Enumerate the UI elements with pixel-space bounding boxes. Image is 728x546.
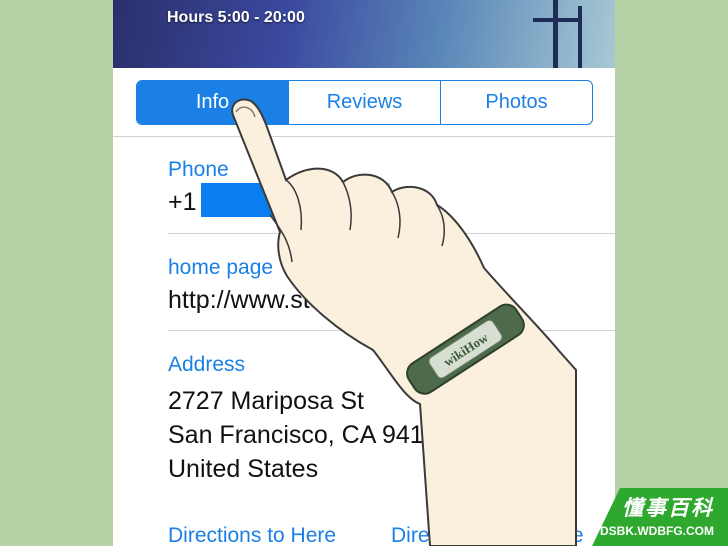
homepage-link[interactable]: http://www.starbucks.com/: [168, 286, 458, 315]
phone-value[interactable]: +1: [168, 188, 197, 217]
address-block[interactable]: 2727 Mariposa St San Francisco, CA 94110…: [168, 384, 514, 486]
row-divider: [168, 330, 615, 331]
watermark-zh-text: 懂事百科: [622, 497, 714, 520]
toolbar-divider: [113, 136, 615, 137]
directions-from-here-link[interactable]: Directions from Here: [391, 524, 584, 546]
address-line-country: United States: [168, 455, 319, 483]
phone-redaction-overlay: [285, 183, 390, 217]
banner-pole-arm: [533, 18, 581, 22]
tab-info[interactable]: Info: [137, 81, 288, 124]
banner-pole: [578, 6, 582, 68]
row-divider: [168, 233, 615, 234]
watermark-en-text: DSBK.WDBFG.COM: [600, 524, 714, 538]
hours-text: Hours 5:00 - 20:00: [167, 9, 305, 26]
address-line-city: San Francisco, CA 94110-1482: [168, 421, 514, 449]
address-label: Address: [168, 353, 246, 376]
phone-screen: Hours 5:00 - 20:00 Info Reviews Photos P…: [113, 0, 615, 546]
address-line-street: 2727 Mariposa St: [168, 387, 364, 415]
phone-label: Phone: [168, 158, 229, 181]
tab-photos[interactable]: Photos: [440, 81, 592, 124]
homepage-label: home page: [168, 256, 274, 279]
banner-pole: [553, 0, 558, 68]
directions-to-here-link[interactable]: Directions to Here: [168, 524, 336, 546]
tab-segmented-control: Info Reviews Photos: [136, 80, 593, 125]
tab-reviews[interactable]: Reviews: [288, 81, 440, 124]
place-photo-banner: Hours 5:00 - 20:00: [113, 0, 615, 68]
